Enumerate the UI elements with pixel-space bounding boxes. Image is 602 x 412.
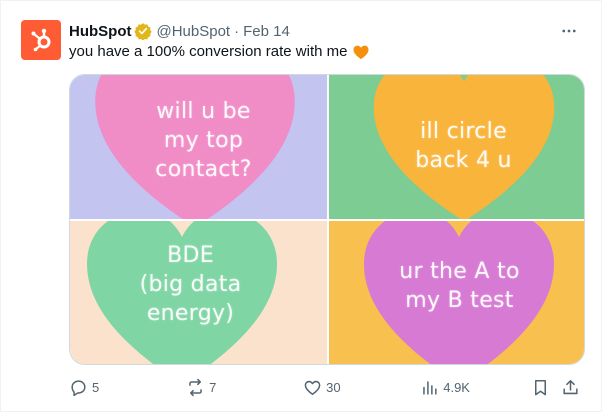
tweet-header: HubSpot @HubSpot · Feb 14 xyxy=(69,21,581,41)
author-name[interactable]: HubSpot xyxy=(69,23,131,40)
more-dots-icon xyxy=(562,29,576,33)
repost-button[interactable]: 7 xyxy=(186,378,303,397)
verified-badge-icon xyxy=(134,22,153,40)
heart-message: ill circle back 4 u xyxy=(415,119,512,173)
author-handle[interactable]: @HubSpot xyxy=(156,23,230,40)
tweet-text: you have a 100% conversion rate with me xyxy=(69,42,370,62)
views-button[interactable]: 4.9K xyxy=(420,378,531,397)
tweet[interactable]: HubSpot @HubSpot · Feb 14 you have a 100… xyxy=(0,0,602,412)
media-grid[interactable]: will u be my top contact? ill circle bac… xyxy=(69,74,585,365)
repost-count: 7 xyxy=(209,379,217,395)
media-panel-top-left[interactable]: will u be my top contact? xyxy=(70,75,327,219)
share-icon xyxy=(563,379,578,394)
reply-button[interactable]: 5 xyxy=(69,378,186,397)
hubspot-avatar[interactable] xyxy=(21,20,61,60)
more-button[interactable] xyxy=(557,19,581,43)
media-panel-bottom-right[interactable]: ur the A to my B test xyxy=(329,221,584,364)
share-button[interactable] xyxy=(561,378,581,397)
hubspot-sprocket-icon xyxy=(31,28,51,52)
separator-dot: · xyxy=(234,22,240,40)
reply-icon xyxy=(71,379,86,396)
bookmark-button[interactable] xyxy=(531,378,561,397)
views-icon xyxy=(423,380,437,395)
reply-count: 5 xyxy=(92,379,100,395)
heart-message: BDE (big data energy) xyxy=(139,243,242,326)
tweet-date[interactable]: Feb 14 xyxy=(243,23,290,40)
views-count: 4.9K xyxy=(443,379,470,395)
media-panel-top-right[interactable]: ill circle back 4 u xyxy=(329,75,584,219)
like-icon xyxy=(304,380,321,395)
repost-icon xyxy=(189,378,202,396)
heart-message: will u be my top contact? xyxy=(155,99,252,182)
like-button[interactable]: 30 xyxy=(303,378,420,397)
bookmark-icon xyxy=(535,379,547,395)
like-count: 30 xyxy=(326,379,341,395)
media-panel-bottom-left[interactable]: BDE (big data energy) xyxy=(70,221,327,364)
tweet-text-content: you have a 100% conversion rate with me xyxy=(69,43,348,60)
orange-heart-icon xyxy=(352,43,370,61)
heart-message: ur the A to my B test xyxy=(399,259,520,313)
tweet-actions: 5 7 30 4.9K xyxy=(69,377,581,397)
